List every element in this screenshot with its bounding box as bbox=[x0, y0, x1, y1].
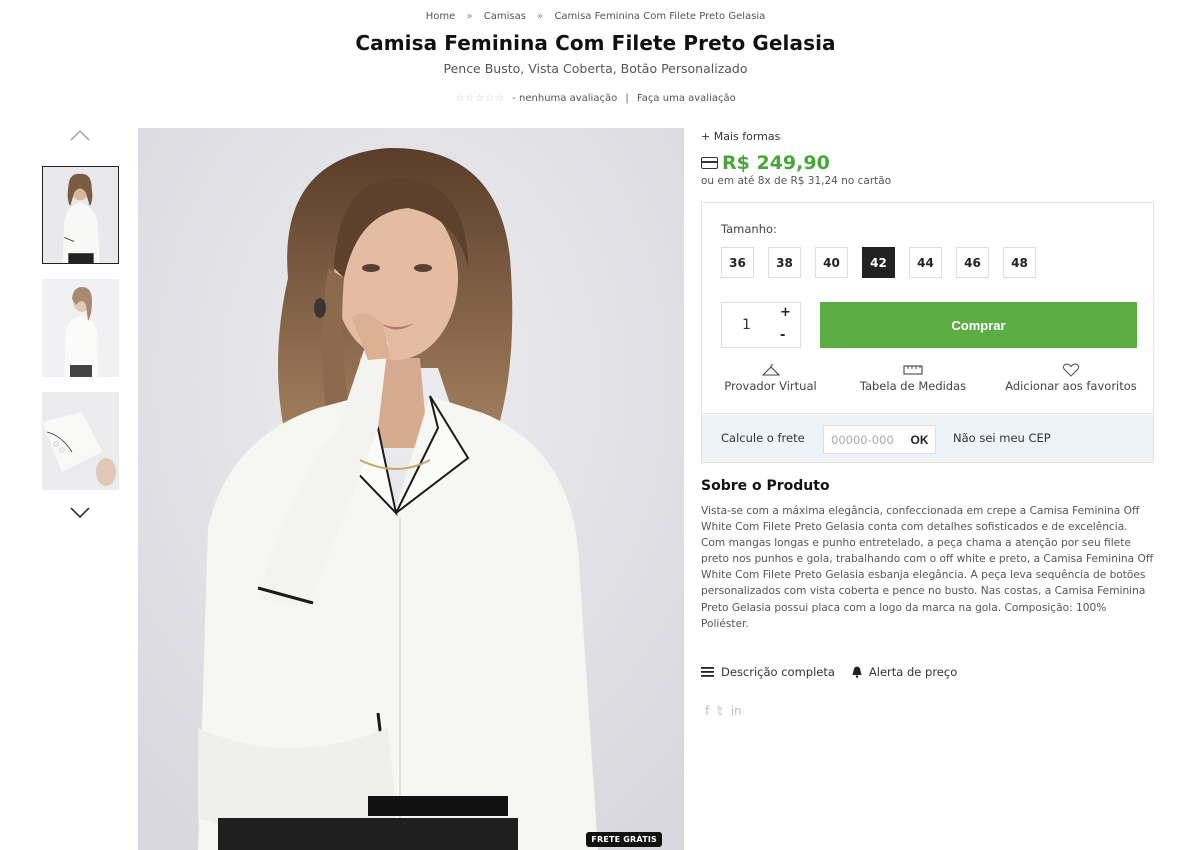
facebook-icon[interactable]: f bbox=[705, 704, 709, 718]
rating-stars-icon: ☆☆☆☆☆ bbox=[455, 93, 506, 104]
breadcrumb-separator: » bbox=[466, 11, 473, 22]
cep-field-wrapper: OK bbox=[823, 425, 936, 454]
price-alert-label: Alerta de preço bbox=[868, 665, 958, 679]
price-row: R$ 249,90 bbox=[701, 152, 1154, 174]
size-selector: 36 38 40 42 44 46 48 bbox=[721, 247, 1050, 278]
product-price: R$ 249,90 bbox=[722, 152, 830, 174]
size-label: Tamanho: bbox=[721, 222, 777, 236]
size-option-48[interactable]: 48 bbox=[1003, 247, 1036, 278]
ruler-icon bbox=[903, 365, 923, 375]
virtual-fitting-button[interactable]: Provador Virtual bbox=[722, 363, 819, 393]
shipping-label: Calcule o frete bbox=[721, 431, 805, 445]
main-product-image[interactable]: FRETE GRÁTIS bbox=[138, 128, 684, 850]
product-info-panel: + Mais formas R$ 249,90 ou em até 8x de … bbox=[701, 128, 1154, 718]
breadcrumb-separator: » bbox=[537, 11, 544, 22]
page-title: Camisa Feminina Com Filete Preto Gelasia bbox=[355, 31, 836, 55]
write-review-link[interactable]: Faça uma avaliação bbox=[637, 93, 736, 104]
size-option-38[interactable]: 38 bbox=[768, 247, 801, 278]
cep-input[interactable] bbox=[824, 426, 902, 453]
size-option-36[interactable]: 36 bbox=[721, 247, 754, 278]
chevron-down-icon[interactable] bbox=[68, 506, 92, 520]
linkedin-icon[interactable]: in bbox=[731, 704, 742, 718]
find-cep-link[interactable]: Não sei meu CEP bbox=[953, 431, 1051, 445]
virtual-fitting-label: Provador Virtual bbox=[724, 379, 817, 393]
size-option-46[interactable]: 46 bbox=[956, 247, 989, 278]
size-chart-button[interactable]: Tabela de Medidas bbox=[857, 363, 969, 393]
breadcrumb-home[interactable]: Home bbox=[426, 11, 456, 22]
full-description-label: Descrição completa bbox=[721, 665, 835, 679]
cep-ok-button[interactable]: OK bbox=[904, 426, 935, 453]
shipping-calculator: Calcule o frete OK Não sei meu CEP bbox=[701, 415, 1154, 463]
product-description: Vista-se com a máxima elegância, confecc… bbox=[701, 505, 1154, 630]
add-to-favorites-label: Adicionar aos favoritos bbox=[1005, 379, 1137, 393]
quantity-stepper: 1 + - bbox=[721, 302, 801, 348]
buy-button[interactable]: Comprar bbox=[820, 302, 1137, 348]
rating-text: - nenhuma avaliação bbox=[512, 93, 618, 104]
more-payment-options-link[interactable]: + Mais formas bbox=[701, 130, 1154, 143]
breadcrumb-current[interactable]: Camisa Feminina Com Filete Preto Gelasia bbox=[554, 11, 765, 22]
size-option-44[interactable]: 44 bbox=[909, 247, 942, 278]
menu-lines-icon bbox=[701, 667, 714, 677]
full-description-link[interactable]: Descrição completa bbox=[701, 665, 835, 679]
social-share: f 𝕥 in bbox=[705, 704, 750, 718]
free-shipping-badge: FRETE GRÁTIS bbox=[586, 832, 662, 847]
size-option-42[interactable]: 42 bbox=[862, 247, 895, 278]
breadcrumb: Home » Camisas » Camisa Feminina Com Fil… bbox=[0, 11, 1191, 22]
size-option-40[interactable]: 40 bbox=[815, 247, 848, 278]
installments-text: ou em até 8x de R$ 31,24 no cartão bbox=[701, 175, 892, 187]
price-alert-link[interactable]: Alerta de preço bbox=[852, 665, 957, 679]
breadcrumb-camisas[interactable]: Camisas bbox=[484, 11, 526, 22]
chevron-up-icon[interactable] bbox=[68, 128, 92, 142]
thumbnail-cuff[interactable] bbox=[42, 392, 119, 490]
thumbnail-front[interactable] bbox=[42, 166, 119, 264]
quantity-value[interactable]: 1 bbox=[742, 317, 752, 333]
hanger-icon bbox=[761, 364, 780, 376]
bell-icon bbox=[852, 666, 862, 678]
about-product-heading: Sobre o Produto bbox=[701, 478, 830, 494]
heart-icon bbox=[1062, 363, 1080, 377]
quantity-decrease-button[interactable]: - bbox=[780, 328, 785, 343]
quantity-increase-button[interactable]: + bbox=[780, 305, 791, 320]
product-subtitle: Pence Busto, Vista Coberta, Botão Person… bbox=[443, 61, 748, 76]
thumbnail-side[interactable] bbox=[42, 279, 119, 377]
size-chart-label: Tabela de Medidas bbox=[859, 379, 967, 393]
credit-card-icon bbox=[701, 157, 718, 169]
rating-divider: | bbox=[625, 93, 629, 104]
twitter-icon[interactable]: 𝕥 bbox=[717, 704, 723, 718]
buy-box: Tamanho: 36 38 40 42 44 46 48 1 + - Comp… bbox=[701, 202, 1154, 414]
rating-summary: ☆☆☆☆☆ - nenhuma avaliação | Faça uma ava… bbox=[0, 93, 1191, 104]
add-to-favorites-button[interactable]: Adicionar aos favoritos bbox=[1004, 363, 1138, 393]
product-links: Descrição completa Alerta de preço bbox=[701, 665, 974, 679]
